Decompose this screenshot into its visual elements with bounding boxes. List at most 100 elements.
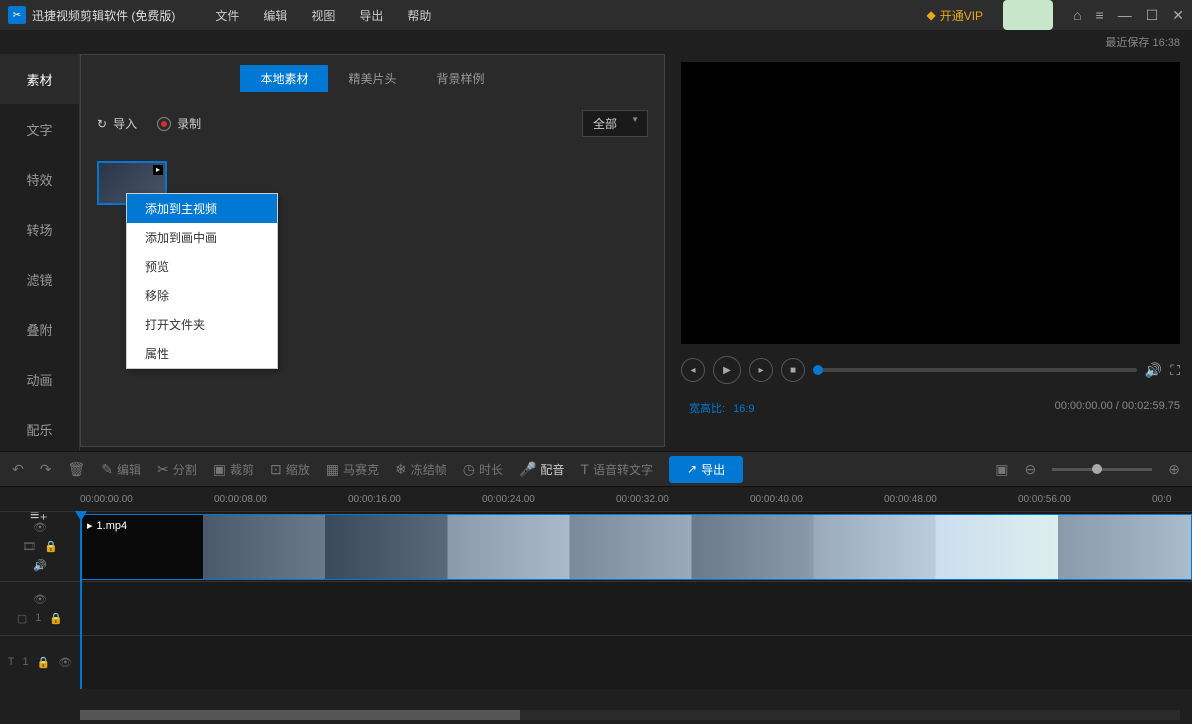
refresh-icon: ↻ [97,117,107,131]
freeze-button[interactable]: ❄冻结帧 [395,461,447,478]
zoom-out-icon: ⊖ [1025,461,1037,478]
home-icon[interactable]: ⌂ [1073,7,1081,23]
tick: 00:00:56.00 [1018,494,1071,505]
mosaic-button[interactable]: ▦马赛克 [326,461,379,478]
freeze-icon: ❄ [395,461,407,478]
sidebar-tab-filter[interactable]: 滤镜 [0,254,79,304]
sidebar-tab-overlay[interactable]: 叠附 [0,304,79,354]
app-title: 迅捷视频剪辑软件 (免费版) [32,7,175,24]
aspect-ratio: 宽高比:16:9 [681,400,754,416]
ctx-remove[interactable]: 移除 [127,281,277,310]
preview-progress[interactable] [813,368,1137,372]
ctx-properties[interactable]: 属性 [127,339,277,368]
menu-export[interactable]: 导出 [359,7,383,24]
menu-edit[interactable]: 编辑 [263,7,287,24]
layer-icon: ▢ [17,612,27,625]
title-bar: ✂ 迅捷视频剪辑软件 (免费版) 文件 编辑 视图 导出 帮助 ◆ 开通VIP … [0,0,1192,30]
lock-icon[interactable]: 🔒 [49,612,63,625]
zoom-in-icon: ⊕ [1168,461,1180,478]
main-menu: 文件 编辑 视图 导出 帮助 [215,7,431,24]
eye-icon[interactable]: 👁 [33,521,47,534]
vip-button[interactable]: ◆ 开通VIP [926,7,983,24]
sidebar-tab-effects[interactable]: 特效 [0,154,79,204]
zoom-out-button[interactable]: ⊖ [1025,461,1037,478]
sidebar-tab-music[interactable]: 配乐 [0,404,79,454]
speech2text-button[interactable]: T语音转文字 [580,461,653,478]
sidebar-tab-animation[interactable]: 动画 [0,354,79,404]
zoom-slider[interactable] [1052,468,1152,471]
redo-button[interactable]: ↷ [40,461,52,478]
preview-panel: ◂ ▶ ▸ ■ 🔊 ⛶ 宽高比:16:9 00:00:00.00 / 00:02… [669,54,1192,451]
fullscreen-icon[interactable]: ⛶ [1170,362,1180,379]
menu-help[interactable]: 帮助 [407,7,431,24]
menu-icon[interactable]: ≡ [1096,7,1104,23]
eye-icon[interactable]: 👁 [33,593,47,606]
export-button[interactable]: ↗导出 [669,456,743,483]
mosaic-icon: ▦ [326,461,339,478]
lock-icon[interactable]: 🔒 [44,540,58,553]
prev-frame-button[interactable]: ◂ [681,358,705,382]
record-icon [157,117,171,131]
playhead[interactable] [80,511,82,689]
record-button[interactable]: 录制 [157,115,201,132]
crop-button[interactable]: ▣裁剪 [213,461,254,478]
ctx-add-pip[interactable]: 添加到画中画 [127,223,277,252]
play-button[interactable]: ▶ [713,356,741,384]
ctx-preview[interactable]: 预览 [127,252,277,281]
edit-button[interactable]: ✎编辑 [101,461,141,478]
media-tab-intro[interactable]: 精美片头 [328,65,416,92]
text-icon: T [8,656,15,669]
tick: 00:0 [1152,494,1171,505]
menu-view[interactable]: 视图 [311,7,335,24]
split-button[interactable]: ✂分割 [157,461,197,478]
mic-icon: 🎤 [519,461,536,478]
next-frame-button[interactable]: ▸ [749,358,773,382]
snapshot-button[interactable]: ▣ [995,461,1008,478]
lock-icon[interactable]: 🔒 [37,656,51,669]
filter-select[interactable]: 全部 [582,110,648,137]
media-tab-local[interactable]: 本地素材 [240,65,328,92]
scissors-icon: ✂ [157,461,169,478]
eye-icon[interactable]: 👁 [58,656,72,669]
volume-icon[interactable]: 🔊 [1145,362,1162,379]
zoom-in-button[interactable]: ⊕ [1168,461,1180,478]
app-logo-icon: ✂ [8,6,26,24]
ctx-add-main-video[interactable]: 添加到主视频 [127,194,277,223]
menu-file[interactable]: 文件 [215,7,239,24]
undo-icon: ↶ [12,461,24,478]
close-icon[interactable]: ✕ [1172,7,1184,24]
timeline-scrollbar[interactable] [80,710,1180,720]
import-button[interactable]: ↻ 导入 [97,115,137,132]
sidebar-tab-transition[interactable]: 转场 [0,204,79,254]
stop-button[interactable]: ■ [781,358,805,382]
ctx-open-folder[interactable]: 打开文件夹 [127,310,277,339]
sidebar: 素材 文字 特效 转场 滤镜 叠附 动画 配乐 [0,54,80,451]
minimize-icon[interactable]: — [1118,7,1132,23]
voiceover-button[interactable]: 🎤配音 [519,461,564,478]
crop-icon: ▣ [213,461,226,478]
sidebar-tab-text[interactable]: 文字 [0,104,79,154]
zoom-button[interactable]: ⊡缩放 [270,461,310,478]
export-icon: ↗ [687,462,697,476]
speaker-icon[interactable]: 🔊 [33,559,47,572]
sidebar-tab-material[interactable]: 素材 [0,54,79,104]
tick: 00:00:24.00 [482,494,535,505]
zoom-icon: ⊡ [270,461,282,478]
pencil-icon: ✎ [101,461,113,478]
undo-button[interactable]: ↶ [12,461,24,478]
maximize-icon[interactable]: ☐ [1146,7,1159,24]
user-avatar[interactable] [1003,0,1053,30]
delete-button[interactable]: 🗑 [67,461,85,478]
media-tab-background[interactable]: 背景样例 [417,65,505,92]
camera-icon: ▣ [995,461,1008,478]
duration-button[interactable]: ◷时长 [463,461,503,478]
preview-video[interactable] [681,62,1180,344]
timeline-ruler[interactable]: 00:00:00.00 00:00:08.00 00:00:16.00 00:0… [0,487,1192,511]
tick: 00:00:08.00 [214,494,267,505]
diamond-icon: ◆ [926,8,935,22]
clock-icon: ◷ [463,461,475,478]
video-clip[interactable]: ▸1.mp4 [80,514,1192,580]
film-icon: 🎞 [22,540,36,553]
redo-icon: ↷ [40,461,52,478]
play-icon: ▸ [87,519,93,532]
